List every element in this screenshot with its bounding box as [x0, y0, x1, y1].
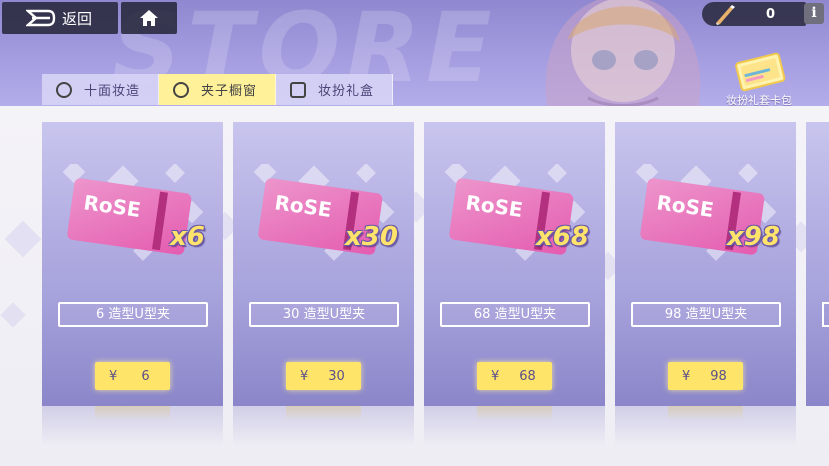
product-name: 68 造型U型夹 — [440, 302, 590, 327]
price-amount: 68 — [519, 368, 536, 384]
quantity-label: x68 — [536, 222, 589, 252]
home-button[interactable] — [121, 2, 177, 34]
price-amount: 6 — [141, 368, 150, 384]
character-illustration — [545, 0, 701, 106]
card-reflection — [424, 406, 605, 446]
back-button[interactable]: 返回 — [2, 2, 118, 34]
price-button[interactable]: ¥ 6 — [95, 362, 170, 390]
product-name-partial — [822, 302, 829, 327]
pen-currency-icon — [716, 5, 735, 25]
price-amount: 98 — [710, 368, 727, 384]
product-card-68[interactable]: RoSE x68 68 造型U型夹 ¥ 68 — [424, 122, 605, 406]
info-button[interactable]: i — [804, 3, 824, 24]
gift-box-icon — [290, 81, 306, 98]
quantity-label: x98 — [727, 222, 780, 252]
store-tabs: 十面妆造 夹子橱窗 妆扮礼盒 — [42, 74, 393, 105]
tab-gift-box[interactable]: 妆扮礼盒 — [276, 74, 393, 105]
price-button[interactable]: ¥ 98 — [668, 362, 743, 390]
tab-label: 妆扮礼盒 — [318, 84, 375, 99]
gift-card-pack-button[interactable]: 妆扮礼套卡包 — [714, 50, 804, 108]
card-reflection — [42, 406, 223, 446]
card-pack-icon — [735, 52, 786, 92]
product-name: 6 造型U型夹 — [58, 302, 208, 327]
product-card-partial[interactable] — [806, 122, 829, 406]
price-button[interactable]: ¥ 30 — [286, 362, 361, 390]
tab-label: 十面妆造 — [84, 84, 141, 99]
currency-value: 0 — [766, 6, 776, 22]
product-card-98[interactable]: RoSE x98 98 造型U型夹 ¥ 98 — [615, 122, 796, 406]
home-icon — [140, 10, 158, 26]
product-name: 30 造型U型夹 — [249, 302, 399, 327]
price-amount: 30 — [328, 368, 345, 384]
currency-display: 0 — [702, 2, 806, 26]
product-card-6[interactable]: RoSE x6 6 造型U型夹 ¥ 6 — [42, 122, 223, 406]
product-name: 98 造型U型夹 — [631, 302, 781, 327]
card-reflection — [233, 406, 414, 446]
price-button[interactable]: ¥ 68 — [477, 362, 552, 390]
product-area: RoSE x6 6 造型U型夹 ¥ 6 RoSE x30 30 造型U型夹 ¥ … — [0, 106, 829, 466]
quantity-label: x6 — [170, 222, 205, 252]
tab-makeup[interactable]: 十面妆造 — [42, 74, 159, 105]
hanger-icon — [56, 81, 72, 98]
tab-clip-window[interactable]: 夹子橱窗 — [159, 74, 276, 105]
tab-label: 夹子橱窗 — [201, 84, 258, 99]
clip-icon — [173, 81, 189, 98]
back-label: 返回 — [62, 9, 93, 28]
quantity-label: x30 — [345, 222, 398, 252]
card-reflection — [615, 406, 796, 446]
product-card-30[interactable]: RoSE x30 30 造型U型夹 ¥ 30 — [233, 122, 414, 406]
back-arrow-icon — [26, 9, 56, 27]
